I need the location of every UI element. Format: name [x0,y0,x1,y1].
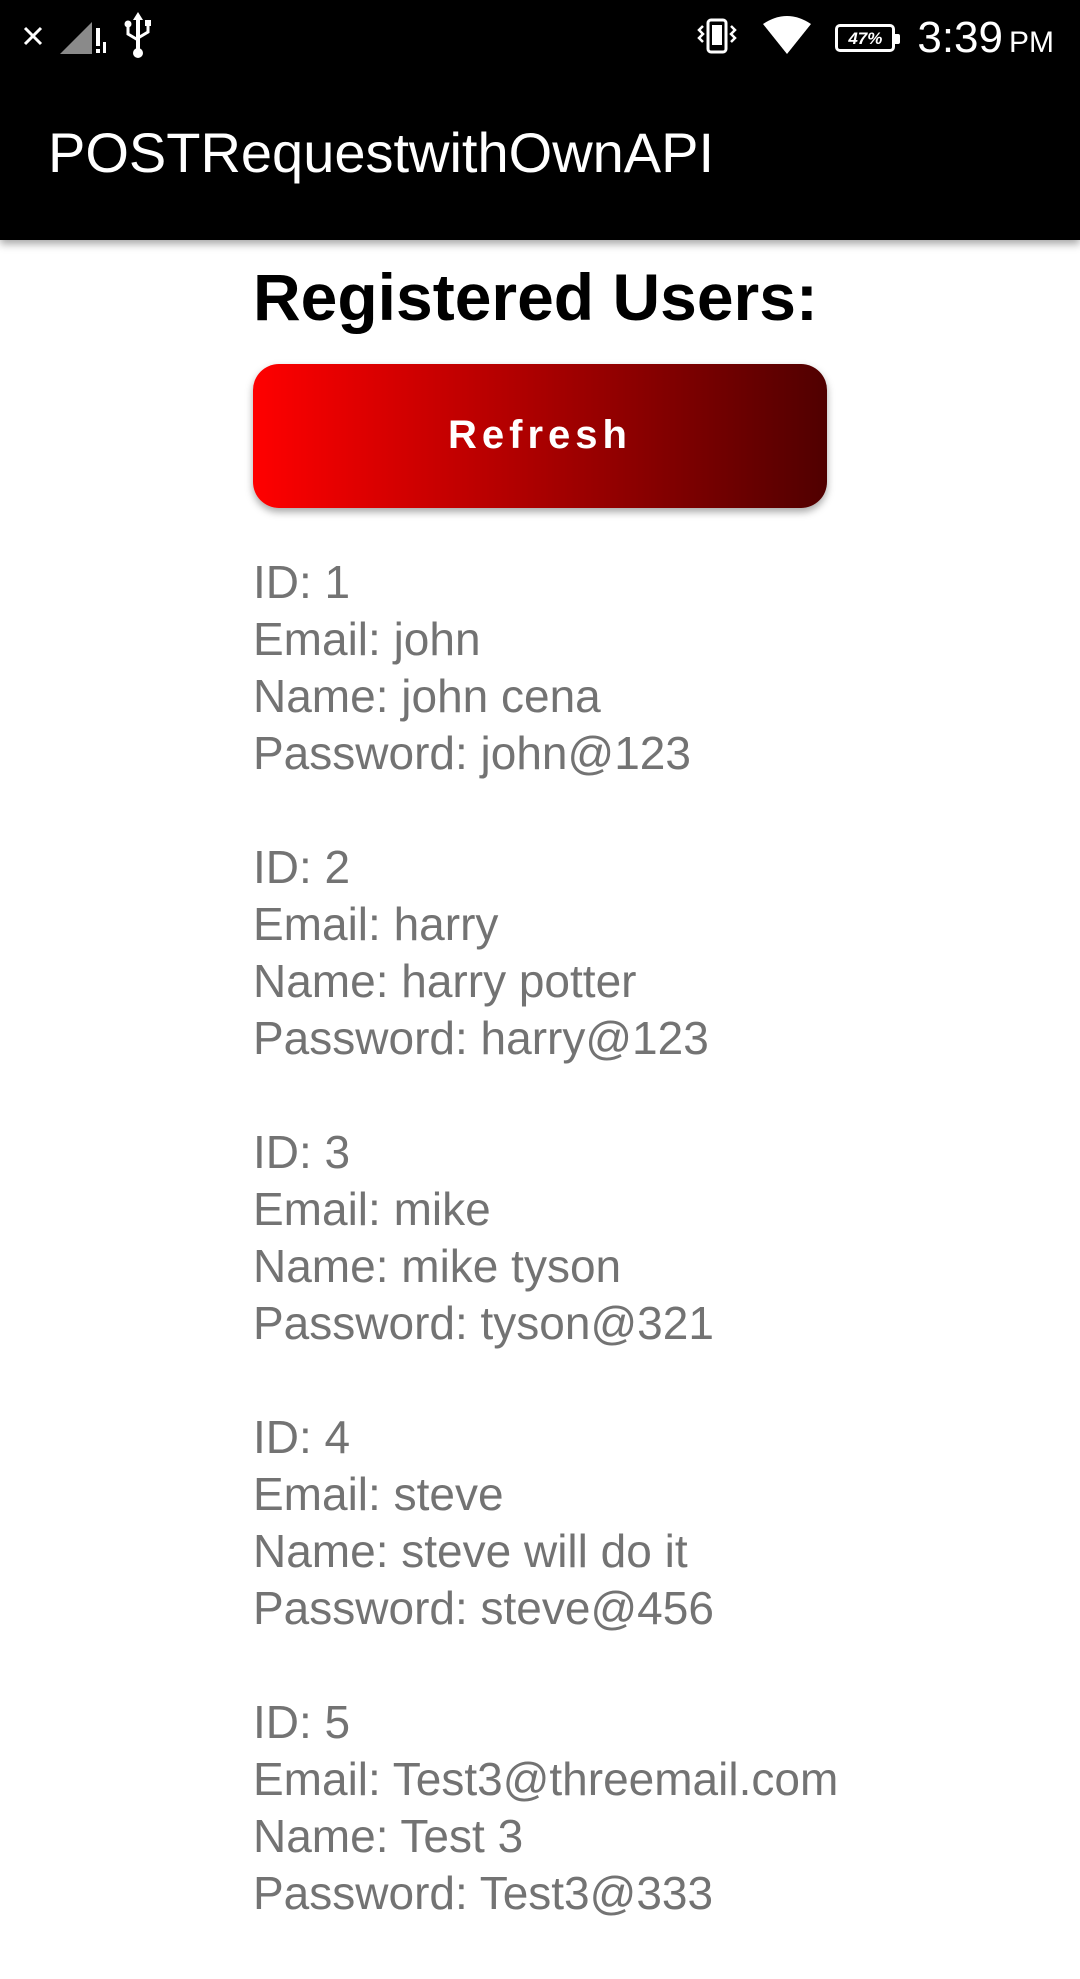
app-bar: POSTRequestwithOwnAPI [0,76,1080,240]
page-title: Registered Users: [253,260,818,334]
user-id: ID: 1 [253,555,351,608]
close-icon [22,25,44,52]
user-password: Password: tyson@321 [253,1296,714,1349]
user-record: ID: 3 Email: mike Name: mike tyson Passw… [253,1124,833,1352]
app-title: POSTRequestwithOwnAPI [48,121,715,184]
user-id: ID: 4 [253,1410,351,1463]
clock: 3:39 PM [917,13,1054,63]
refresh-button[interactable]: Refresh [253,363,827,508]
battery-icon: 47% [835,24,901,52]
user-password: Password: Test3@333 [253,1866,714,1919]
user-id: ID: 3 [253,1125,351,1178]
main-content: Registered Users: Refresh ID: 1 Email: j… [253,240,839,1979]
user-record: ID: 1 Email: john Name: john cena Passwo… [253,554,833,782]
user-record: ID: 5 Email: Test3@threemail.com Name: T… [253,1694,839,1922]
user-password: Password: john@123 [253,726,691,779]
battery-percent: 47% [848,28,883,48]
wifi-icon [761,15,813,61]
user-email: Email: john [253,612,481,665]
signal-icon [58,16,108,61]
user-name: Name: harry potter [253,954,637,1007]
users-list: ID: 1 Email: john Name: john cena Passwo… [253,554,839,1922]
user-password: Password: harry@123 [253,1011,709,1064]
user-email: Email: steve [253,1467,504,1520]
user-password: Password: steve@456 [253,1581,714,1634]
user-email: Email: harry [253,897,499,950]
user-id: ID: 2 [253,840,351,893]
status-bar: 47% 3:39 PM [0,0,1080,76]
user-name: Name: steve will do it [253,1524,688,1577]
clock-ampm: PM [1009,26,1054,59]
usb-icon [122,11,154,65]
user-email: Email: Test3@threemail.com [253,1752,839,1805]
status-bar-right: 47% 3:39 PM [695,10,1054,66]
user-email: Email: mike [253,1182,491,1235]
user-id: ID: 5 [253,1695,351,1748]
clock-time: 3:39 [917,13,1003,62]
user-record: ID: 2 Email: harry Name: harry potter Pa… [253,839,833,1067]
user-name: Name: john cena [253,669,601,722]
user-record: ID: 4 Email: steve Name: steve will do i… [253,1409,833,1637]
status-bar-left [22,11,154,65]
user-name: Name: Test 3 [253,1809,524,1862]
refresh-button-label: Refresh [448,413,632,458]
user-name: Name: mike tyson [253,1239,622,1292]
vibrate-icon [695,16,739,61]
